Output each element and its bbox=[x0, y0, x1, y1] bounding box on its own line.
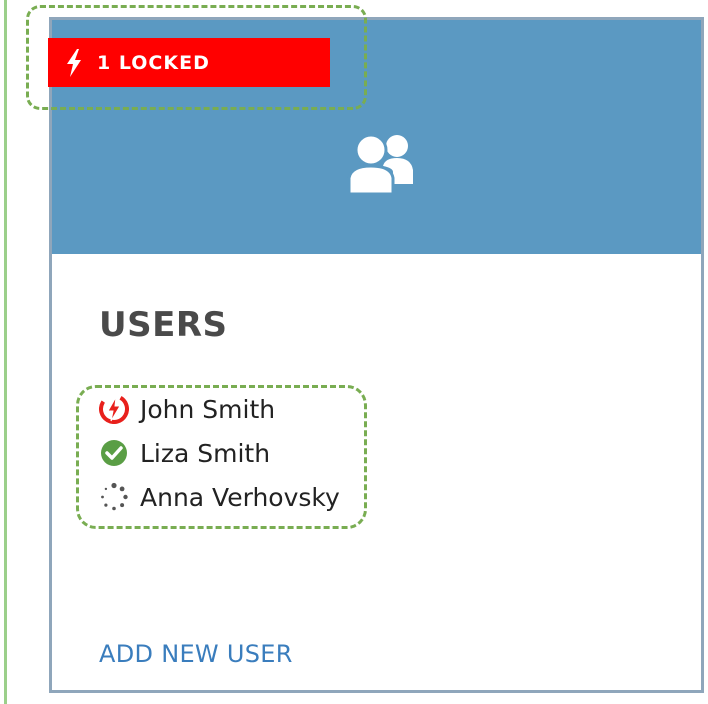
card-title: USERS bbox=[99, 305, 228, 345]
user-name: Liza Smith bbox=[140, 438, 271, 468]
user-item-anna-verhovsky[interactable]: Anna Verhovsky bbox=[99, 482, 340, 512]
lightning-bolt-icon bbox=[67, 48, 81, 77]
locked-bolt-icon bbox=[99, 394, 129, 424]
locked-badge-label: 1 LOCKED bbox=[97, 51, 210, 74]
user-name: John Smith bbox=[140, 394, 276, 424]
check-circle-icon bbox=[99, 438, 129, 468]
users-card: USERS ADD NEW USER bbox=[49, 17, 704, 693]
users-group-icon bbox=[347, 133, 413, 194]
add-new-user-link[interactable]: ADD NEW USER bbox=[99, 640, 293, 668]
user-name: Anna Verhovsky bbox=[140, 482, 340, 512]
user-item-liza-smith[interactable]: Liza Smith bbox=[99, 438, 270, 468]
user-item-john-smith[interactable]: John Smith bbox=[99, 394, 275, 424]
left-divider bbox=[4, 0, 7, 704]
spinner-icon bbox=[99, 482, 129, 512]
locked-badge[interactable]: 1 LOCKED bbox=[48, 38, 330, 87]
